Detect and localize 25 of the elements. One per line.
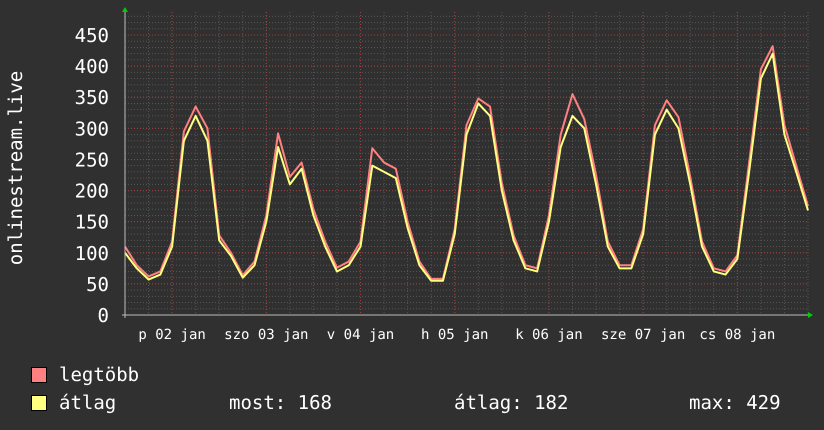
y-tick-label: 200 xyxy=(74,180,109,203)
x-tick-label: szo 03 jan xyxy=(224,327,308,343)
x-tick-label: sze 07 jan xyxy=(601,327,686,343)
y-axis-title: onlinestream.live xyxy=(5,70,27,266)
x-tick-label: v 04 jan xyxy=(326,327,394,343)
y-tick-label: 450 xyxy=(74,25,109,48)
stat-value: max: 429 xyxy=(689,392,781,414)
x-tick-label: k 06 jan xyxy=(515,327,583,343)
y-tick-label: 0 xyxy=(98,305,109,327)
legend-swatch xyxy=(31,395,47,411)
x-tick-label: cs 08 jan xyxy=(699,327,776,343)
stat-value: most: 168 xyxy=(229,392,333,414)
y-tick-label: 50 xyxy=(86,274,109,296)
y-tick-label: 350 xyxy=(74,87,109,110)
y-tick-label: 150 xyxy=(74,212,109,234)
stat-value: átlag: 182 xyxy=(454,392,570,414)
legend-label: átlag xyxy=(59,392,118,414)
y-tick-label: 100 xyxy=(74,242,109,265)
y-tick-label: 300 xyxy=(74,118,109,140)
x-tick-label: h 05 jan xyxy=(421,327,488,343)
y-tick-label: 400 xyxy=(74,56,109,78)
legend-swatch xyxy=(31,367,47,383)
y-tick-label: 250 xyxy=(74,149,109,172)
x-tick-label: p 02 jan xyxy=(138,327,206,343)
legend-label: legtöbb xyxy=(59,364,140,386)
